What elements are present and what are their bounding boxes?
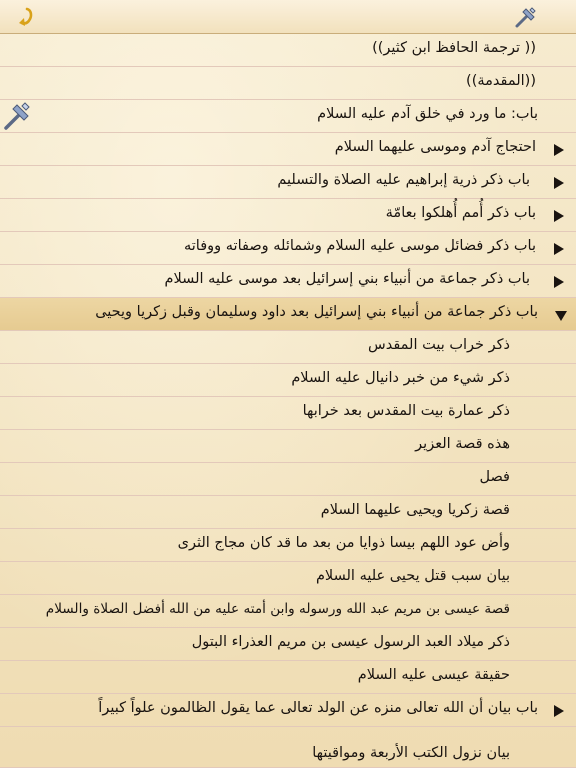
list-item[interactable]: باب ذكر ذرية إبراهيم عليه الصلاة والتسلي… [0, 166, 576, 199]
list-item[interactable]: وأض عود اللهم بيسا ذوايا من بعد ما قد كا… [0, 529, 576, 562]
list-item-label: حقيقة عيسى عليه السلام [357, 667, 510, 683]
list-item-label: فصل [479, 469, 511, 485]
list-item[interactable]: باب ذكر أُمم أُهلكوا بعامّة [0, 199, 576, 232]
list-item[interactable]: باب ذكر جماعة من أنبياء بني إسرائيل بعد … [0, 265, 576, 298]
list-item[interactable]: قصة زكريا ويحيى عليهما السلام [0, 496, 576, 529]
list-item[interactable]: (( ترجمة الحافظ ابن كثير)) [0, 34, 576, 67]
list-item-label: باب ذكر جماعة من أنبياء بني إسرائيل بعد … [164, 271, 530, 287]
list-item-label: ذكر شيء من خبر دانيال عليه السلام [291, 370, 510, 386]
list-item-label: ((المقدمة)) [466, 73, 536, 89]
list-item[interactable]: ((المقدمة)) [0, 67, 576, 100]
list-item-label: ذكر عمارة بيت المقدس بعد خرابها [302, 403, 510, 419]
collapsed-triangle-icon [554, 144, 564, 156]
collapsed-triangle-icon [554, 276, 564, 288]
list-item-label: باب ذكر ذرية إبراهيم عليه الصلاة والتسلي… [277, 172, 530, 188]
tools-icon[interactable] [514, 5, 538, 29]
list-item[interactable]: احتجاج آدم وموسى عليهما السلام [0, 133, 576, 166]
top-toolbar [0, 0, 576, 34]
list-item-label: قصة زكريا ويحيى عليهما السلام [320, 502, 510, 518]
list-item-label: باب ذكر أُمم أُهلكوا بعامّة [385, 205, 536, 221]
list-item-label: ذكر ميلاد العبد الرسول عيسى بن مريم العذ… [191, 634, 510, 650]
list-item[interactable]: ذكر ميلاد العبد الرسول عيسى بن مريم العذ… [0, 628, 576, 661]
list-item[interactable]: بيان سبب قتل يحيى عليه السلام [0, 562, 576, 595]
list-item-label: باب: ما ورد في خلق آدم عليه السلام [317, 106, 538, 122]
list-item-label: بيان سبب قتل يحيى عليه السلام [315, 568, 510, 584]
list-item[interactable]: ذكر خراب بيت المقدس [0, 331, 576, 364]
list-item-label: ذكر خراب بيت المقدس [368, 337, 510, 353]
list-item-label: هذه قصة العزير [415, 436, 510, 452]
list-item-label: باب بيان أن الله تعالى منزه عن الولد تعا… [98, 700, 538, 716]
list-item-label: احتجاج آدم وموسى عليهما السلام [334, 139, 536, 155]
collapsed-triangle-icon [554, 210, 564, 222]
list-item[interactable]: باب بيان أن الله تعالى منزه عن الولد تعا… [0, 694, 576, 727]
list-item[interactable]: هذه قصة العزير [0, 430, 576, 463]
chapter-list: (( ترجمة الحافظ ابن كثير)) ((المقدمة)) ب… [0, 34, 576, 768]
list-item-selected[interactable]: باب ذكر جماعة من أنبياء بني إسرائيل بعد … [0, 298, 576, 331]
collapsed-triangle-icon [554, 177, 564, 189]
list-item[interactable]: ذكر شيء من خبر دانيال عليه السلام [0, 364, 576, 397]
list-item[interactable]: قصة عيسى بن مريم عبد الله ورسوله وابن أم… [0, 595, 576, 628]
tools-icon[interactable] [2, 100, 32, 132]
list-item-label: قصة عيسى بن مريم عبد الله ورسوله وابن أم… [45, 601, 510, 617]
list-item-label: (( ترجمة الحافظ ابن كثير)) [372, 40, 536, 56]
list-item-label: بيان نزول الكتب الأربعة ومواقيتها [312, 745, 510, 761]
list-item-label: وأض عود اللهم بيسا ذوايا من بعد ما قد كا… [177, 535, 510, 551]
back-arrow-icon[interactable] [16, 6, 36, 28]
list-item[interactable]: فصل [0, 463, 576, 496]
collapsed-triangle-icon [554, 705, 564, 717]
list-item[interactable]: حقيقة عيسى عليه السلام [0, 661, 576, 694]
list-item[interactable]: باب ذكر فضائل موسى عليه السلام وشمائله و… [0, 232, 576, 265]
list-item-label: باب ذكر فضائل موسى عليه السلام وشمائله و… [184, 238, 536, 254]
expanded-triangle-icon [555, 311, 567, 321]
collapsed-triangle-icon [554, 243, 564, 255]
list-item-label: باب ذكر جماعة من أنبياء بني إسرائيل بعد … [95, 304, 538, 320]
list-item[interactable]: بيان نزول الكتب الأربعة ومواقيتها [0, 727, 576, 768]
list-item[interactable]: ذكر عمارة بيت المقدس بعد خرابها [0, 397, 576, 430]
list-item[interactable]: باب: ما ورد في خلق آدم عليه السلام [0, 100, 576, 133]
